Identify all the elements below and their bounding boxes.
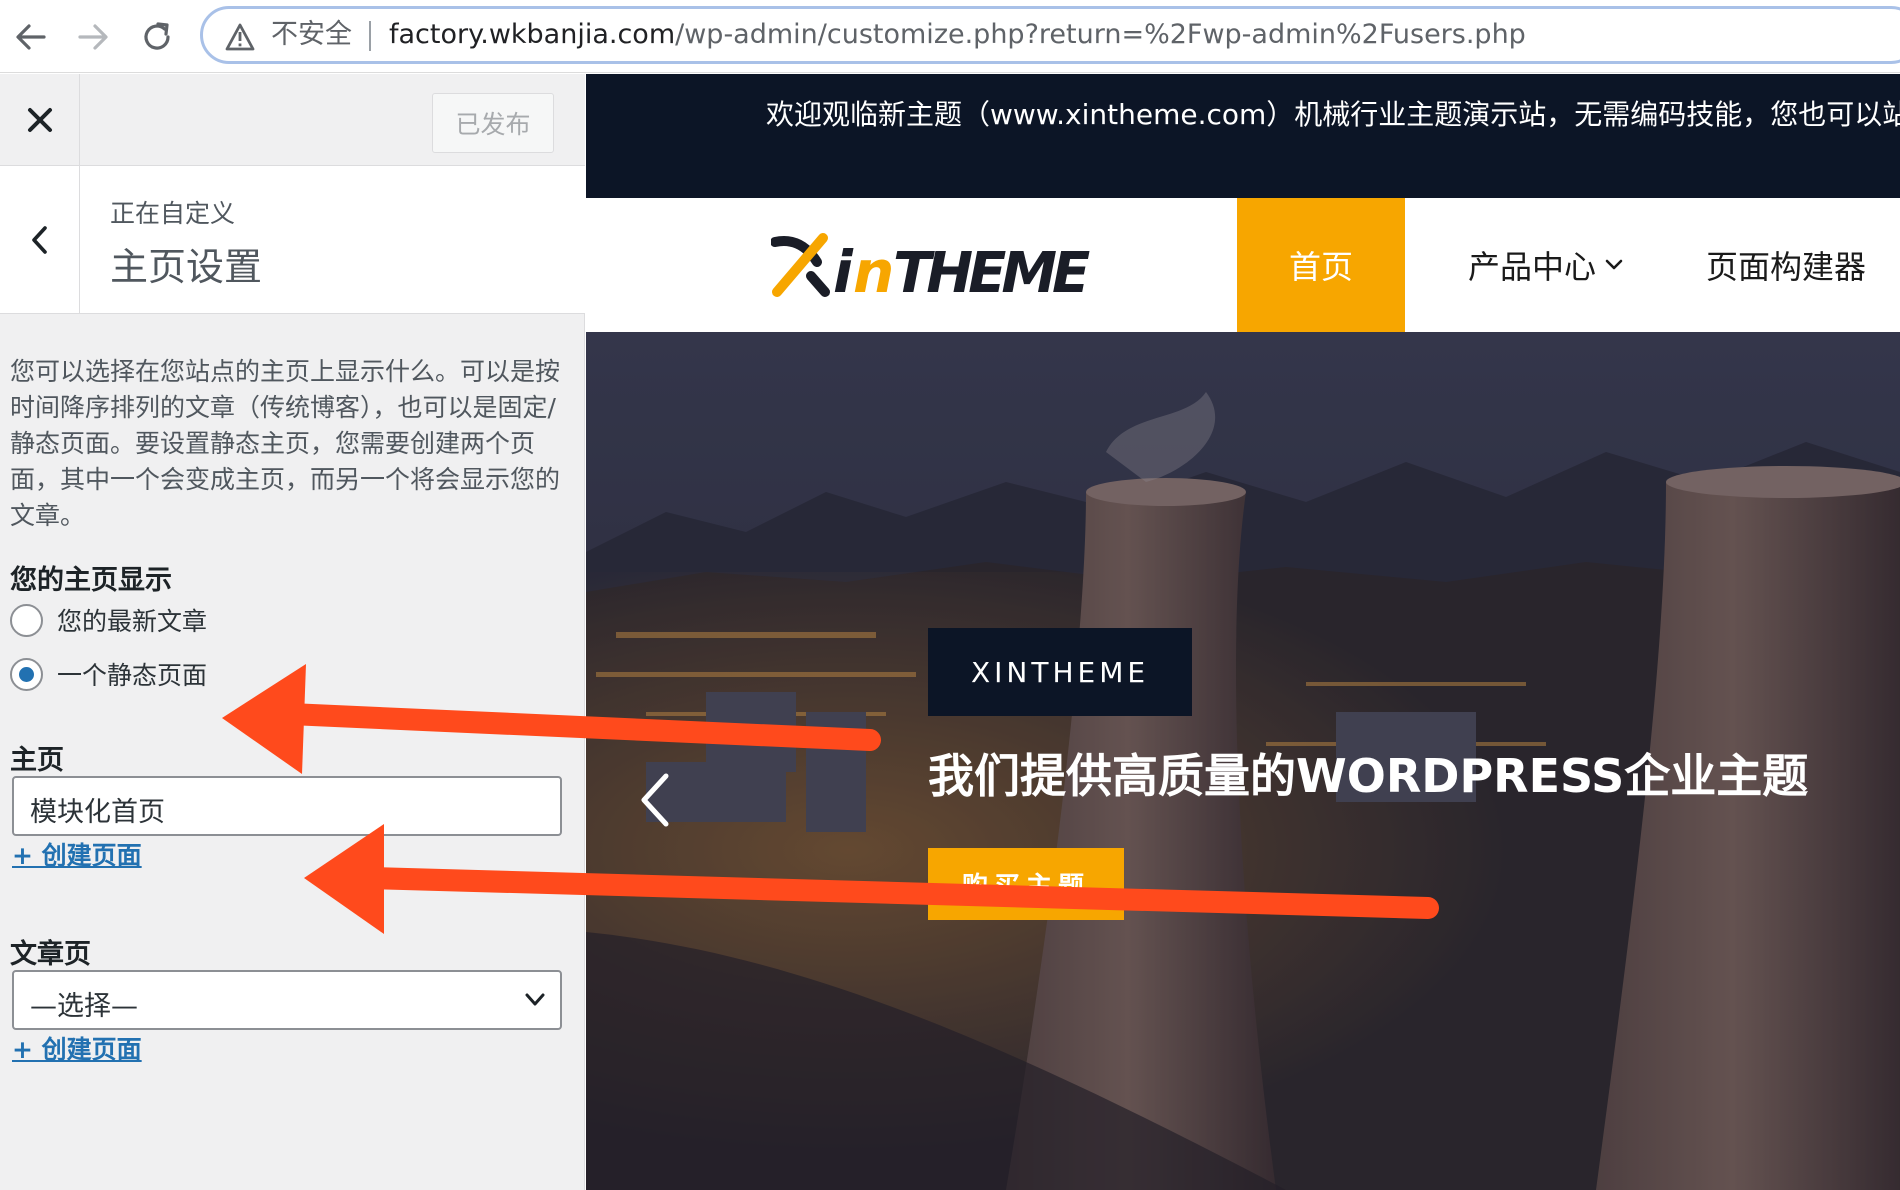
svg-text:n: n bbox=[853, 238, 891, 298]
xintheme-logo: i n THEME bbox=[770, 233, 1095, 306]
close-button[interactable] bbox=[0, 74, 80, 166]
browser-toolbar: 不安全 factory.wkbanjia.com/wp-admin/custom… bbox=[0, 0, 1900, 73]
radio-static-page[interactable]: 一个静态页面 bbox=[10, 656, 207, 692]
reload-icon bbox=[144, 22, 170, 50]
posts-page-heading: 文章页 bbox=[10, 939, 91, 970]
homepage-select-value: 模块化首页 bbox=[30, 797, 165, 828]
reload-button[interactable] bbox=[134, 14, 180, 60]
posts-page-select-value: —选择— bbox=[30, 991, 138, 1022]
hero-slider: XINTHEME 我们提供高质量的WORDPRESS企业主题 购买主题 bbox=[586, 332, 1900, 1190]
divider bbox=[369, 21, 371, 51]
customizer-sidebar: 已发布 正在自定义 主页设置 您可以选择在您站点的主页上显示什么。可以是按时间降… bbox=[0, 74, 585, 1190]
homepage-select[interactable]: 模块化首页 bbox=[12, 776, 562, 836]
url-text[interactable]: factory.wkbanjia.com/wp-admin/customize.… bbox=[389, 19, 1526, 51]
section-header: 正在自定义 主页设置 bbox=[0, 166, 585, 314]
security-status[interactable]: 不安全 bbox=[271, 19, 352, 51]
chevron-down-icon bbox=[1605, 259, 1623, 270]
menu-item-label: 首页 bbox=[1288, 248, 1353, 286]
homepage-display-heading: 您的主页显示 bbox=[10, 565, 172, 596]
warning-icon bbox=[225, 23, 255, 51]
menu-item-products[interactable]: 产品中心 bbox=[1446, 198, 1646, 332]
url-host: factory.wkbanjia.com bbox=[389, 19, 676, 50]
radio-label: 您的最新文章 bbox=[57, 607, 208, 636]
posts-page-select[interactable]: —选择— bbox=[12, 970, 562, 1030]
back-button[interactable] bbox=[8, 14, 54, 60]
address-bar[interactable]: 不安全 factory.wkbanjia.com/wp-admin/custom… bbox=[200, 6, 1900, 64]
radio-button[interactable] bbox=[10, 603, 43, 637]
create-page-link[interactable]: + 创建页面 bbox=[12, 1030, 142, 1066]
menu-item-label: 页面构建器 bbox=[1705, 248, 1866, 286]
publish-button[interactable]: 已发布 bbox=[432, 93, 554, 153]
site-header: i n THEME 首页 产品中心 页面构建器 bbox=[586, 198, 1900, 332]
back-arrow-icon bbox=[16, 24, 46, 50]
radio-latest-posts[interactable]: 您的最新文章 bbox=[10, 602, 207, 638]
buy-theme-button[interactable]: 购买主题 bbox=[928, 848, 1124, 920]
announcement-bar: 欢迎观临新主题（www.xintheme.com）机械行业主题演示站，无需编码技… bbox=[586, 74, 1900, 198]
url-path: /wp-admin/customize.php?return=%2Fwp-adm… bbox=[675, 19, 1526, 50]
back-to-panel-button[interactable] bbox=[0, 166, 80, 314]
forward-button[interactable] bbox=[70, 14, 116, 60]
forward-arrow-icon bbox=[78, 24, 108, 50]
svg-text:THEME: THEME bbox=[893, 241, 1090, 298]
menu-item-page-builder[interactable]: 页面构建器 bbox=[1676, 198, 1896, 332]
svg-text:i: i bbox=[833, 238, 854, 298]
customizer-header: 已发布 bbox=[0, 74, 585, 166]
hero-title: 我们提供高质量的WORDPRESS企业主题 bbox=[928, 749, 1809, 803]
radio-button-checked[interactable] bbox=[10, 657, 43, 691]
homepage-heading: 主页 bbox=[10, 745, 64, 776]
hero-tag: XINTHEME bbox=[928, 628, 1192, 716]
create-page-link[interactable]: + 创建页面 bbox=[12, 836, 142, 872]
section-title: 主页设置 bbox=[110, 245, 263, 289]
chevron-left-icon[interactable] bbox=[638, 772, 672, 828]
chevron-left-icon bbox=[31, 226, 47, 254]
close-icon bbox=[27, 108, 52, 132]
site-logo[interactable]: i n THEME bbox=[770, 232, 1095, 306]
announcement-text: 欢迎观临新主题（www.xintheme.com）机械行业主题演示站，无需编码技… bbox=[766, 98, 1900, 131]
radio-label: 一个静态页面 bbox=[57, 661, 208, 690]
menu-item-home[interactable]: 首页 bbox=[1237, 198, 1405, 332]
section-description: 您可以选择在您站点的主页上显示什么。可以是按时间降序排列的文章（传统博客），也可… bbox=[10, 357, 561, 530]
customizing-label: 正在自定义 bbox=[110, 199, 236, 228]
chevron-down-icon bbox=[525, 993, 545, 1006]
menu-item-label: 产品中心 bbox=[1467, 248, 1596, 286]
site-preview: 欢迎观临新主题（www.xintheme.com）机械行业主题演示站，无需编码技… bbox=[586, 74, 1900, 1190]
